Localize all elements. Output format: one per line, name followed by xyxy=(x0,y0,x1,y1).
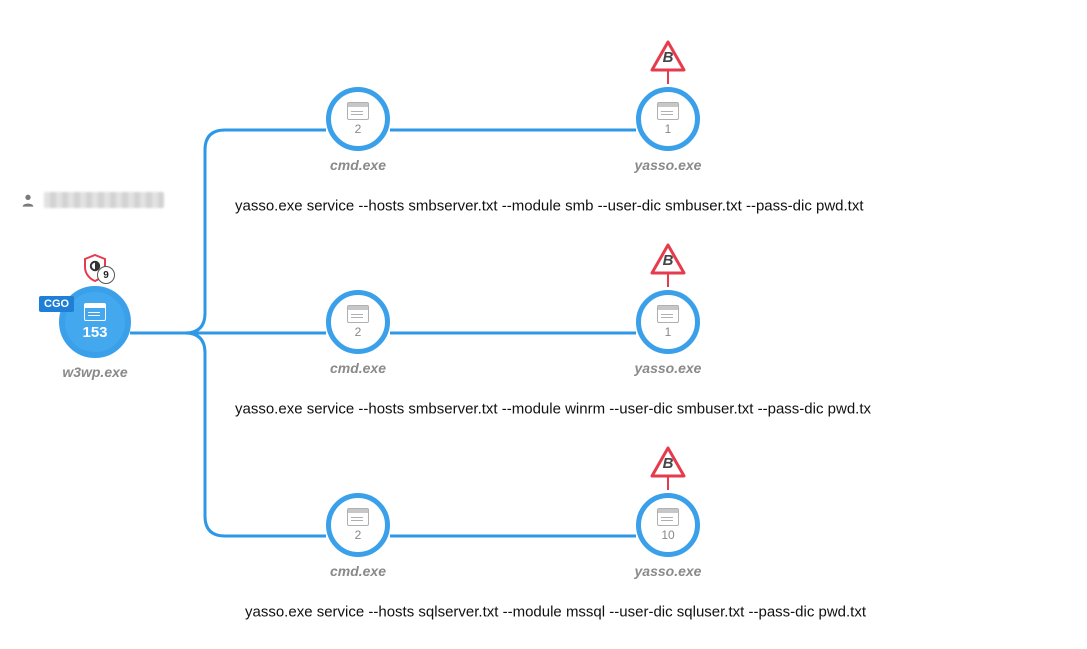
node-count: 2 xyxy=(355,122,362,136)
alert-label: B xyxy=(648,455,688,472)
process-icon xyxy=(84,303,106,321)
alert-label: B xyxy=(648,252,688,269)
process-icon xyxy=(347,508,369,526)
username-redacted xyxy=(44,192,164,208)
node-cmd-3[interactable]: 2 cmd.exe xyxy=(318,493,398,579)
command-line-1: yasso.exe service --hosts smbserver.txt … xyxy=(235,198,864,215)
command-line-2: yasso.exe service --hosts smbserver.txt … xyxy=(235,401,871,418)
alert-label: B xyxy=(648,49,688,66)
process-icon xyxy=(657,305,679,323)
node-label: w3wp.exe xyxy=(62,364,127,380)
node-count: 10 xyxy=(661,528,674,542)
node-label: cmd.exe xyxy=(330,563,386,579)
node-yasso-3[interactable]: B 10 yasso.exe xyxy=(628,493,708,579)
process-icon xyxy=(347,102,369,120)
process-icon xyxy=(657,102,679,120)
shield-indicator: 9 xyxy=(81,254,109,286)
command-line-3: yasso.exe service --hosts sqlserver.txt … xyxy=(245,604,866,621)
node-count: 1 xyxy=(665,325,672,339)
alert-indicator: B xyxy=(648,243,688,291)
node-label: cmd.exe xyxy=(330,157,386,173)
node-label: cmd.exe xyxy=(330,360,386,376)
root-node-w3wp[interactable]: CGO 9 153 w3wp.exe xyxy=(55,286,135,380)
node-count: 1 xyxy=(665,122,672,136)
process-icon xyxy=(347,305,369,323)
node-yasso-2[interactable]: B 1 yasso.exe xyxy=(628,290,708,376)
node-cmd-2[interactable]: 2 cmd.exe xyxy=(318,290,398,376)
node-count: 2 xyxy=(355,528,362,542)
person-icon xyxy=(20,192,36,208)
node-yasso-1[interactable]: B 1 yasso.exe xyxy=(628,87,708,173)
node-cmd-1[interactable]: 2 cmd.exe xyxy=(318,87,398,173)
node-count: 153 xyxy=(82,324,107,341)
process-icon xyxy=(657,508,679,526)
shield-count: 9 xyxy=(97,266,115,284)
node-label: yasso.exe xyxy=(635,563,702,579)
node-label: yasso.exe xyxy=(635,360,702,376)
alert-indicator: B xyxy=(648,446,688,494)
connectors xyxy=(0,0,1087,649)
node-label: yasso.exe xyxy=(635,157,702,173)
node-count: 2 xyxy=(355,325,362,339)
cgo-tag: CGO xyxy=(39,296,74,312)
user-row xyxy=(20,192,164,208)
alert-indicator: B xyxy=(648,40,688,88)
process-tree-diagram: CGO 9 153 w3wp.exe 2 cmd.exe xyxy=(0,0,1087,649)
